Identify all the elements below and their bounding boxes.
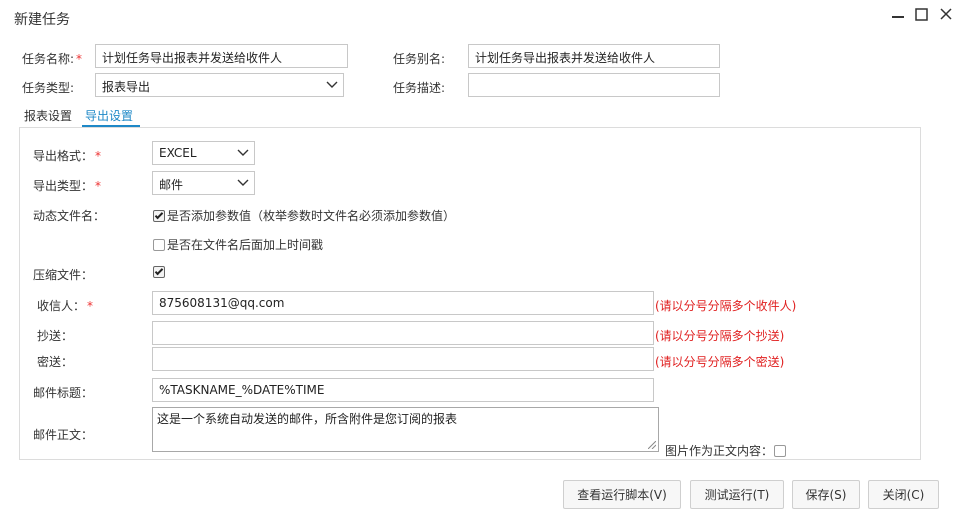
- chevron-down-icon: [237, 149, 249, 156]
- body-text: 这是一个系统自动发送的邮件，所含附件是您订阅的报表: [157, 412, 458, 426]
- bcc-hint: (请以分号分隔多个密送): [655, 355, 785, 369]
- subject-input[interactable]: %TASKNAME_%DATE%TIME: [152, 378, 654, 402]
- task-type-label: 任务类型:: [22, 81, 75, 95]
- add-timestamp-option: 是否在文件名后面加上时间戳: [153, 236, 323, 253]
- body-label: 邮件正文：: [33, 428, 94, 442]
- resize-handle-icon[interactable]: [648, 441, 656, 449]
- save-button[interactable]: 保存(S): [792, 480, 860, 509]
- add-param-checkbox[interactable]: [153, 209, 165, 222]
- view-script-button[interactable]: 查看运行脚本(V): [563, 480, 681, 509]
- task-name-input[interactable]: 计划任务导出报表并发送给收件人: [95, 44, 348, 68]
- chevron-down-icon: [326, 81, 338, 88]
- cc-hint: (请以分号分隔多个抄送): [655, 329, 785, 343]
- compress-option: [153, 266, 165, 281]
- recipient-input[interactable]: 875608131@qq.com: [152, 291, 654, 315]
- task-type-select[interactable]: 报表导出: [95, 73, 344, 97]
- compress-checkbox[interactable]: [153, 266, 165, 278]
- image-as-body-label: 图片作为正文内容：: [665, 444, 774, 458]
- compress-label: 压缩文件：: [33, 268, 94, 282]
- export-format-label: 导出格式： *: [33, 149, 102, 163]
- test-run-button[interactable]: 测试运行(T): [690, 480, 784, 509]
- tab-export-settings[interactable]: 导出设置: [85, 107, 133, 124]
- dynamic-filename-label: 动态文件名：: [33, 209, 106, 223]
- recipient-label: 收信人： *: [37, 299, 94, 313]
- close-button[interactable]: 关闭(C): [868, 480, 939, 509]
- add-param-label: 是否添加参数值（枚举参数时文件名必须添加参数值）: [167, 209, 456, 223]
- add-timestamp-label: 是否在文件名后面加上时间戳: [167, 238, 324, 252]
- cc-label: 抄送：: [37, 329, 74, 343]
- bcc-input[interactable]: [152, 347, 654, 371]
- image-as-body-checkbox[interactable]: [774, 444, 787, 457]
- image-as-body-option: 图片作为正文内容：: [665, 442, 787, 459]
- recipient-hint: (请以分号分隔多个收件人): [655, 299, 797, 313]
- export-format-select[interactable]: EXCEL: [152, 141, 255, 165]
- minimize-icon[interactable]: [890, 6, 906, 26]
- task-type-value: 报表导出: [102, 80, 151, 94]
- body-textarea[interactable]: 这是一个系统自动发送的邮件，所含附件是您订阅的报表: [152, 407, 659, 452]
- export-type-label: 导出类型： *: [33, 179, 102, 193]
- close-icon[interactable]: [938, 6, 954, 26]
- chevron-down-icon: [237, 179, 249, 186]
- export-type-value: 邮件: [159, 178, 184, 192]
- export-type-select[interactable]: 邮件: [152, 171, 255, 195]
- window-title: 新建任务: [14, 12, 70, 28]
- tab-report-settings[interactable]: 报表设置: [24, 107, 72, 124]
- task-alias-input[interactable]: 计划任务导出报表并发送给收件人: [468, 44, 720, 68]
- maximize-icon[interactable]: [914, 6, 930, 26]
- task-alias-label: 任务别名:: [393, 52, 446, 66]
- task-desc-input[interactable]: [468, 73, 720, 97]
- bcc-label: 密送：: [37, 355, 74, 369]
- add-timestamp-checkbox[interactable]: [153, 238, 165, 251]
- task-desc-label: 任务描述:: [393, 81, 446, 95]
- subject-label: 邮件标题：: [33, 386, 94, 400]
- cc-input[interactable]: [152, 321, 654, 345]
- add-param-option: 是否添加参数值（枚举参数时文件名必须添加参数值）: [153, 207, 455, 224]
- export-format-value: EXCEL: [159, 146, 197, 160]
- task-name-label: 任务名称: *: [22, 52, 83, 66]
